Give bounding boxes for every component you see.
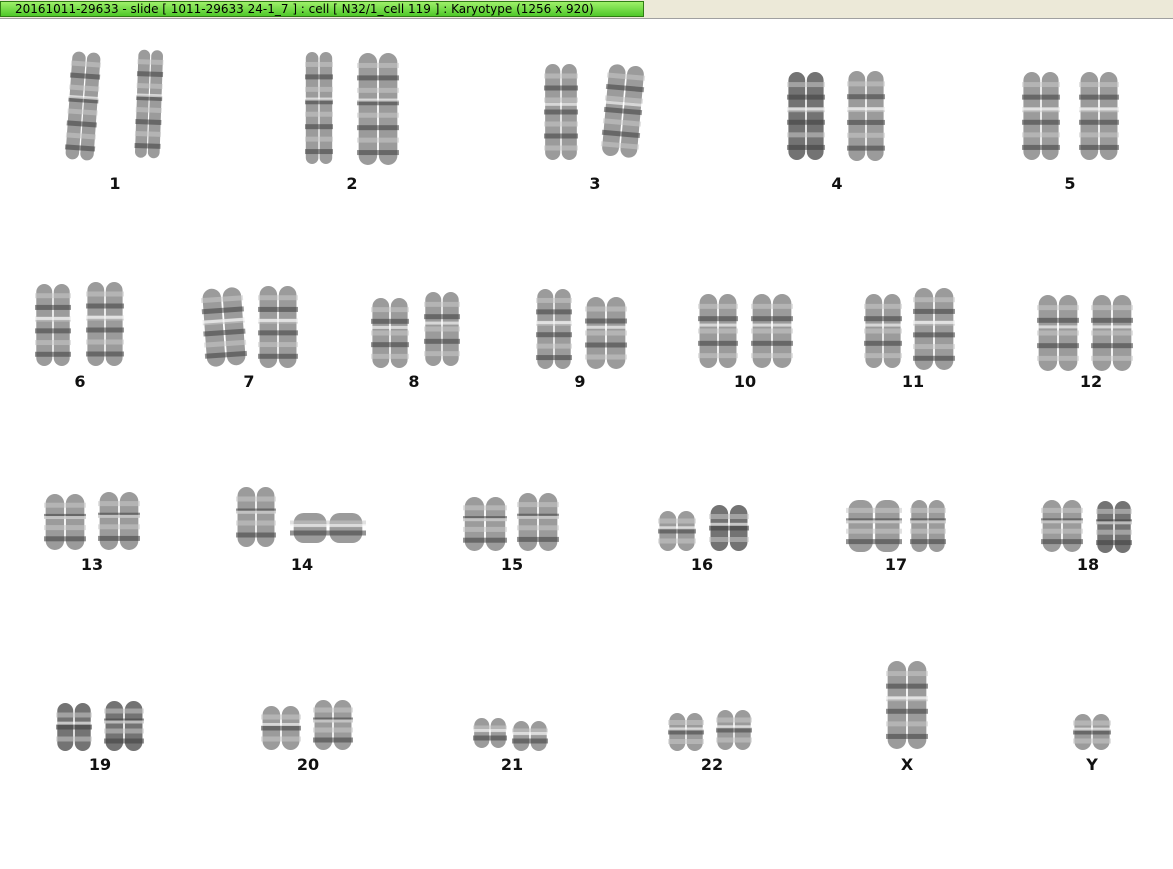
chromosome-image <box>234 487 368 547</box>
chromosome-image <box>1020 72 1121 160</box>
chromosome-label: 4 <box>831 174 843 193</box>
chromosome-label: 10 <box>733 372 757 391</box>
chromosome-pair-8[interactable]: 8 <box>366 277 462 407</box>
chromosome-image <box>461 493 561 551</box>
chromosome-pair-2[interactable]: 2 <box>292 44 412 193</box>
chromosome-image <box>534 289 629 369</box>
chromosome-image <box>542 64 646 160</box>
chromosome-label: 22 <box>700 755 724 774</box>
chromosome-image <box>666 710 754 751</box>
chromosome-image <box>42 492 142 550</box>
chromosome-label: 13 <box>80 555 104 574</box>
chromosome-label: 7 <box>243 372 255 391</box>
chromosome-pair-13[interactable]: 13 <box>40 480 144 590</box>
chromosome-pair-21[interactable]: 21 <box>470 680 554 790</box>
chromosome-image <box>64 49 165 161</box>
chromosome-label: 19 <box>88 755 112 774</box>
chromosome-pair-22[interactable]: 22 <box>666 680 758 790</box>
chromosome-label: 3 <box>589 174 601 193</box>
chromosome-label: 18 <box>1076 555 1100 574</box>
chromosome-image <box>1035 295 1135 371</box>
chromosome-pair-16[interactable]: 16 <box>652 480 752 590</box>
chromosome-pair-9[interactable]: 9 <box>528 277 632 407</box>
chromosome-pair-20[interactable]: 20 <box>256 680 360 790</box>
chromosome-label: 15 <box>500 555 524 574</box>
karyotype-panel: 1 2 3 4 5 6 7 8 9 10 11 12 13 14 15 16 1… <box>0 19 1173 869</box>
chromosome-image <box>884 661 930 749</box>
chromosome-image <box>696 294 795 368</box>
chromosome-label: X <box>900 755 914 774</box>
chromosome-image <box>33 282 126 366</box>
chromosome-image <box>1071 714 1113 750</box>
window-title: 20161011-29633 - slide [ 1011-29633 24-1… <box>0 1 644 17</box>
chromosome-pair-15[interactable]: 15 <box>460 480 564 590</box>
chromosome-pair-11[interactable]: 11 <box>860 277 966 407</box>
chromosome-pair-y[interactable]: Y <box>1064 680 1120 790</box>
chromosome-image <box>303 52 401 165</box>
chromosome-image <box>1039 500 1134 553</box>
chromosome-pair-14[interactable]: 14 <box>230 480 374 590</box>
chromosome-pair-12[interactable]: 12 <box>1032 277 1150 407</box>
chromosome-label: 9 <box>574 372 586 391</box>
chromosome-label: 8 <box>408 372 420 391</box>
chromosome-label: 14 <box>290 555 314 574</box>
chromosome-image <box>471 718 550 751</box>
chromosome-image <box>54 701 146 751</box>
chromosome-pair-5[interactable]: 5 <box>1015 44 1125 193</box>
chromosome-label: 6 <box>74 372 86 391</box>
chromosome-image <box>259 700 355 750</box>
chromosome-pair-18[interactable]: 18 <box>1036 480 1140 590</box>
chromosome-label: 12 <box>1079 372 1103 391</box>
chromosome-image <box>862 288 957 370</box>
chromosome-label: 21 <box>500 755 524 774</box>
chromosome-label: 5 <box>1064 174 1076 193</box>
chromosome-image <box>656 505 751 551</box>
chromosome-pair-4[interactable]: 4 <box>778 44 896 193</box>
chromosome-label: 16 <box>690 555 714 574</box>
chromosome-label: Y <box>1086 755 1098 774</box>
chromosome-label: 1 <box>109 174 121 193</box>
chromosome-label: 2 <box>346 174 358 193</box>
chromosome-pair-1[interactable]: 1 <box>55 44 175 193</box>
chromosome-image <box>785 71 887 161</box>
chromosome-pair-17[interactable]: 17 <box>840 480 952 590</box>
chromosome-pair-3[interactable]: 3 <box>533 44 657 193</box>
chromosome-label: 20 <box>296 755 320 774</box>
chromosome-pair-7[interactable]: 7 <box>196 277 302 407</box>
chromosome-label: 11 <box>901 372 925 391</box>
title-bar: 20161011-29633 - slide [ 1011-29633 24-1… <box>0 0 1173 19</box>
chromosome-image <box>369 292 462 368</box>
chromosome-pair-x[interactable]: X <box>878 655 936 790</box>
chromosome-image <box>200 286 300 368</box>
chromosome-pair-19[interactable]: 19 <box>52 680 148 790</box>
chromosome-label: 17 <box>884 555 908 574</box>
chromosome-pair-10[interactable]: 10 <box>692 277 798 407</box>
chromosome-pair-6[interactable]: 6 <box>28 277 132 407</box>
chromosome-image <box>844 500 948 552</box>
